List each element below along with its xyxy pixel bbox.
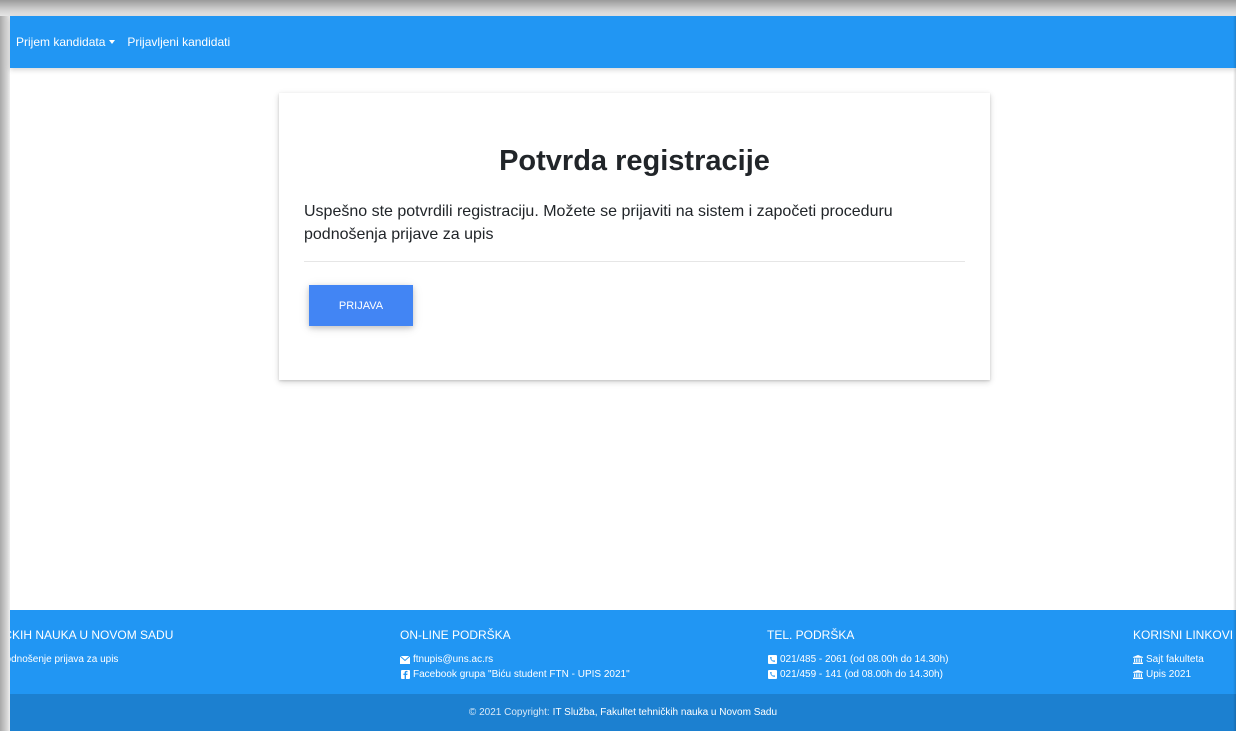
footer: IČKIH NAUKA U NOVOM SADU podnošenje prij… (10, 610, 1236, 694)
footer-col-title: ON-LINE PODRŠKA (400, 628, 511, 642)
caret-down-icon (109, 40, 116, 44)
card-message: Uspešno ste potvrdili registraciju. Može… (304, 203, 893, 243)
phone-icon (767, 655, 777, 665)
nav-item-label: Prijem kandidata (16, 35, 106, 49)
footer-link-upis[interactable]: Upis 2021 (1133, 667, 1233, 682)
nav-item-prijavljeni-kandidati[interactable]: Prijavljeni kandidati (127, 35, 230, 49)
footer-col-faculty: IČKIH NAUKA U NOVOM SADU podnošenje prij… (10, 628, 173, 667)
footer-link-faculty-site[interactable]: Sajt fakulteta (1133, 652, 1233, 667)
login-button[interactable]: PRIJAVA (309, 285, 413, 326)
card-title: Potvrda registracije (499, 145, 770, 177)
footer-phone-2: 021/459 - 141 (od 08.00h do 14.30h) (767, 667, 948, 682)
nav-item-label: Prijavljeni kandidati (127, 35, 231, 49)
footer-facebook-link[interactable]: Facebook grupa "Biću student FTN - UPIS … (400, 667, 630, 682)
window-frame-top (0, 0, 1236, 16)
copyright-text: © 2021 Copyright: (468, 707, 550, 718)
divider (304, 261, 965, 262)
footer-phone-1: 021/485 - 2061 (od 08.00h do 14.30h) (767, 652, 948, 667)
facebook-icon (400, 670, 410, 680)
footer-col-title: IČKIH NAUKA U NOVOM SADU (10, 628, 174, 642)
footer-text: podnošenje prijava za upis (10, 654, 119, 665)
window-frame-left (0, 16, 10, 731)
phone-icon (767, 670, 777, 680)
copyright-bar: © 2021 Copyright: IT Služba, Fakultet te… (10, 694, 1236, 731)
confirmation-card: Potvrda registracije Uspešno ste potvrdi… (279, 93, 990, 380)
copyright-link[interactable]: IT Služba, Fakultet tehničkih nauka u No… (553, 707, 777, 718)
footer-col-phone-support: TEL. PODRŠKA 021/485 - 2061 (od 08.00h d… (767, 628, 948, 682)
footer-email-link[interactable]: ftnupis@uns.ac.rs (400, 652, 630, 667)
envelope-icon (400, 655, 410, 665)
footer-col-online-support: ON-LINE PODRŠKA ftnupis@uns.ac.rs Facebo… (400, 628, 630, 682)
footer-col-title: TEL. PODRŠKA (767, 628, 855, 642)
navbar: Prijem kandidata Prijavljeni kandidati (10, 16, 1236, 68)
university-icon (1133, 655, 1143, 665)
footer-col-title: KORISNI LINKOVI (1133, 628, 1234, 642)
university-icon (1133, 670, 1143, 680)
nav-item-prijem-kandidata[interactable]: Prijem kandidata (16, 35, 116, 49)
footer-col-useful-links: KORISNI LINKOVI Sajt fakulteta Upis 2021 (1133, 628, 1233, 682)
